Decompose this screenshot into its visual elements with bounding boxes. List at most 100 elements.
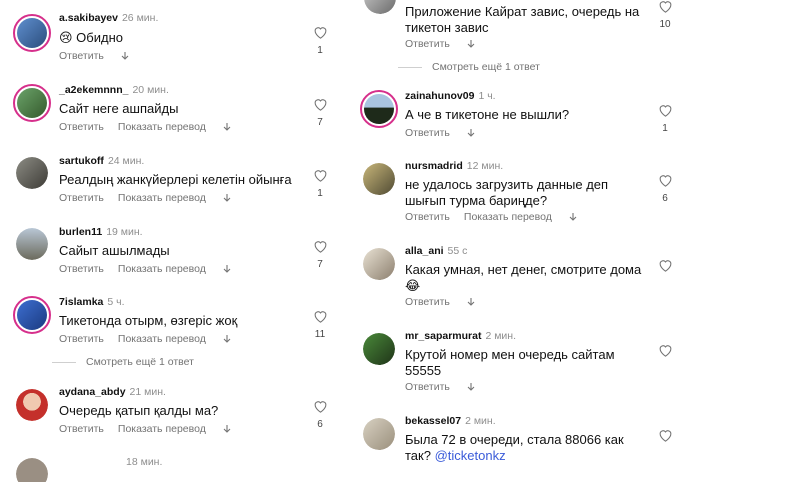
timestamp: 26 мин.: [121, 12, 159, 24]
like-count: 11: [314, 329, 326, 340]
translate-button[interactable]: Показать перевод: [118, 263, 206, 275]
timestamp: 1 ч.: [478, 90, 496, 102]
reply-button[interactable]: Ответить: [59, 121, 104, 133]
like-button[interactable]: [657, 429, 673, 442]
avatar[interactable]: [13, 296, 51, 334]
timestamp: 18 мин.: [126, 456, 163, 468]
username[interactable]: bekassel07: [405, 415, 461, 427]
avatar[interactable]: [363, 418, 395, 450]
heart-icon: [314, 99, 326, 111]
arrow-down-icon[interactable]: [222, 122, 232, 132]
reply-button[interactable]: Ответить: [59, 50, 104, 62]
like-count: 6: [317, 419, 323, 430]
avatar[interactable]: [16, 458, 48, 482]
reply-button[interactable]: Ответить: [405, 38, 450, 50]
heart-icon: [314, 241, 326, 253]
arrow-down-icon[interactable]: [222, 193, 232, 203]
username[interactable]: _a2ekemnnn_: [59, 84, 128, 96]
mention-link[interactable]: @ticketonkz: [435, 448, 506, 463]
translate-button[interactable]: Показать перевод: [464, 211, 552, 223]
comment-text: Какая умная, нет денег, смотрите дома 😂: [405, 262, 642, 293]
view-more-replies[interactable]: Смотреть ещё 1 ответ: [398, 61, 540, 73]
username[interactable]: sartukoff: [59, 155, 104, 167]
avatar[interactable]: [13, 84, 51, 122]
arrow-down-icon[interactable]: [222, 424, 232, 434]
username[interactable]: aydana_abdy: [59, 386, 126, 398]
translate-button[interactable]: Показать перевод: [118, 121, 206, 133]
arrow-down-icon[interactable]: [120, 51, 130, 61]
reply-button[interactable]: Ответить: [405, 211, 450, 223]
arrow-down-icon[interactable]: [466, 128, 476, 138]
reply-button[interactable]: Ответить: [59, 333, 104, 345]
translate-button[interactable]: Показать перевод: [118, 333, 206, 345]
username[interactable]: zainahunov09: [405, 90, 474, 102]
like-button[interactable]: 6: [312, 400, 328, 430]
heart-icon: [314, 311, 326, 323]
avatar[interactable]: [13, 14, 51, 52]
arrow-down-icon[interactable]: [222, 334, 232, 344]
divider: [398, 66, 422, 68]
like-button[interactable]: [657, 344, 673, 357]
comment-text: Сайт неге ашпайды: [59, 101, 179, 116]
like-button[interactable]: 11: [312, 310, 328, 340]
avatar[interactable]: [16, 157, 48, 189]
arrow-down-icon[interactable]: [466, 39, 476, 49]
comment-text: Сайыт ашылмады: [59, 243, 170, 258]
avatar[interactable]: [363, 333, 395, 365]
username[interactable]: burlen11: [59, 226, 102, 238]
username[interactable]: alla_ani: [405, 245, 444, 257]
comments-left-column: a.sakibayev 26 мин. 😢 Обидно Ответить 1 _…: [0, 0, 340, 482]
reply-button[interactable]: Ответить: [59, 423, 104, 435]
username[interactable]: nursmadrid: [405, 160, 463, 172]
comment-meta: alla_ani 55 с: [405, 245, 467, 257]
username[interactable]: mr_saparmurat: [405, 330, 481, 342]
comment-text: 😢 Обидно: [59, 30, 123, 45]
avatar[interactable]: [363, 248, 395, 280]
comment-actions: Ответить Показать перевод: [59, 121, 232, 133]
view-more-label[interactable]: Смотреть ещё 1 ответ: [432, 61, 540, 73]
translate-button[interactable]: Показать перевод: [118, 423, 206, 435]
view-more-label[interactable]: Смотреть ещё 1 ответ: [86, 356, 194, 368]
like-count: 10: [659, 19, 671, 30]
like-button[interactable]: 1: [312, 26, 328, 56]
reply-button[interactable]: Ответить: [405, 381, 450, 393]
comment-meta: 18 мин.: [122, 456, 162, 468]
arrow-down-icon[interactable]: [222, 264, 232, 274]
like-button[interactable]: 1: [312, 169, 328, 199]
reply-button[interactable]: Ответить: [405, 296, 450, 308]
translate-button[interactable]: Показать перевод: [118, 192, 206, 204]
comment-text: не удалось загрузить данные деп шығып ту…: [405, 177, 609, 208]
comment-meta: a.sakibayev 26 мин.: [59, 12, 158, 24]
comment-meta: aydana_abdy 21 мин.: [59, 386, 166, 398]
avatar[interactable]: [360, 90, 398, 128]
avatar[interactable]: [16, 228, 48, 260]
comment-text: Очередь қатып қалды ма?: [59, 403, 219, 418]
like-button[interactable]: 1: [657, 104, 673, 134]
like-button[interactable]: 7: [312, 98, 328, 128]
reply-button[interactable]: Ответить: [59, 192, 104, 204]
heart-icon: [659, 175, 671, 187]
view-more-replies[interactable]: Смотреть ещё 1 ответ: [52, 356, 194, 368]
reply-button[interactable]: Ответить: [59, 263, 104, 275]
divider: [52, 361, 76, 363]
arrow-down-icon[interactable]: [568, 212, 578, 222]
like-button[interactable]: [657, 259, 673, 272]
username[interactable]: 7islamka: [59, 296, 103, 308]
like-button[interactable]: 6: [657, 174, 673, 204]
comment-text: Реалдың жанкүйерлері келетін ойынға: [59, 172, 292, 187]
like-button[interactable]: 10: [657, 0, 673, 30]
comment-meta: nursmadrid 12 мин.: [405, 160, 503, 172]
username[interactable]: a.sakibayev: [59, 12, 118, 24]
comment-actions: Ответить Показать перевод: [59, 192, 232, 204]
heart-icon: [314, 170, 326, 182]
reply-button[interactable]: Ответить: [405, 127, 450, 139]
heart-icon: [314, 27, 326, 39]
arrow-down-icon[interactable]: [466, 297, 476, 307]
like-button[interactable]: 7: [312, 240, 328, 270]
avatar[interactable]: [16, 389, 48, 421]
avatar[interactable]: [364, 0, 396, 14]
comment-meta: 7islamka 5 ч.: [59, 296, 125, 308]
comment-actions: Ответить: [405, 127, 476, 139]
avatar[interactable]: [363, 163, 395, 195]
arrow-down-icon[interactable]: [466, 382, 476, 392]
